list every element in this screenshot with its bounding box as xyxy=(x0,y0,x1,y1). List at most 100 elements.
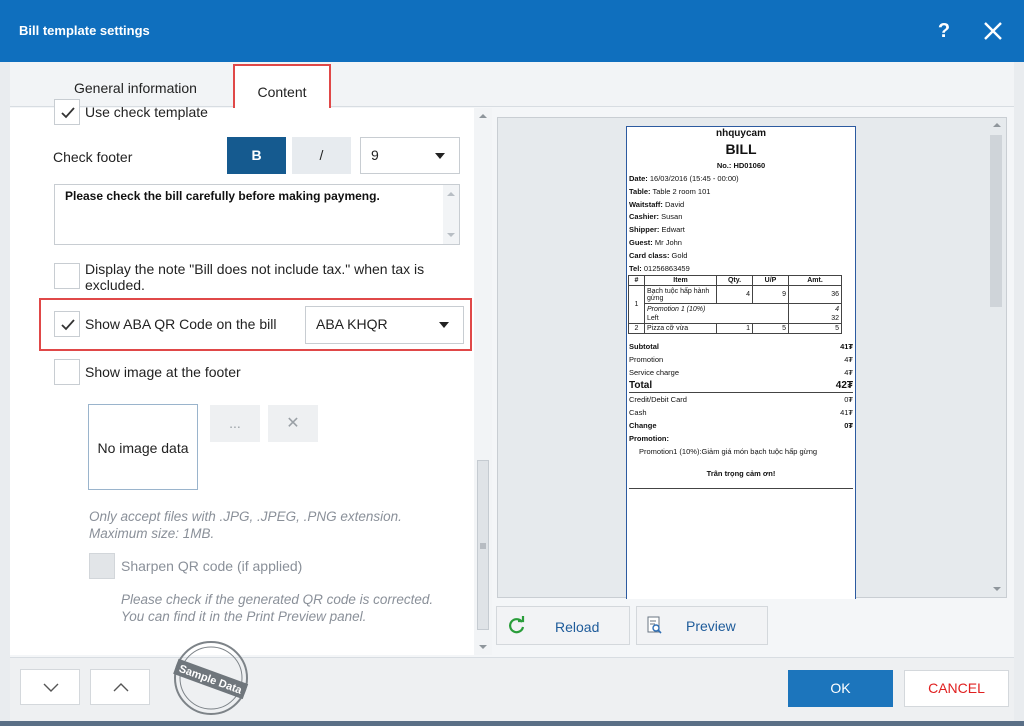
reload-button[interactable]: Reload xyxy=(496,606,630,645)
bill-paper: nhquycam BILL No.: HD01060 Date: 16/03/2… xyxy=(626,126,856,599)
change-label: Change xyxy=(629,421,657,431)
tab-general-information[interactable]: General information xyxy=(74,62,204,107)
cell: 5 xyxy=(788,323,842,335)
table-value: Table 2 room 101 xyxy=(652,186,711,196)
sharpen-qr-checkbox[interactable] xyxy=(89,553,115,579)
service-value: 4₮ xyxy=(844,368,853,378)
table-row: 2 Pizza cỡ vừa 1 5 5 xyxy=(628,323,842,335)
promotion-label: Promotion xyxy=(629,355,664,365)
cashier-value: Susan xyxy=(661,212,683,222)
cell: Left xyxy=(644,313,789,325)
move-up-button[interactable] xyxy=(90,669,150,705)
preview-label: Preview xyxy=(686,618,736,634)
chevron-up-icon xyxy=(113,683,129,692)
dialog-title: Bill template settings xyxy=(19,23,150,38)
textarea-scrollbar[interactable] xyxy=(443,185,459,244)
left-edge xyxy=(0,62,10,721)
scroll-up-icon xyxy=(479,114,487,118)
remove-image-button[interactable]: ✕ xyxy=(268,405,318,442)
tax-note-label: Display the note "Bill does not include … xyxy=(85,261,424,293)
tab-bar: General information Content xyxy=(10,62,1014,114)
cell: 1 xyxy=(628,285,645,325)
subtotal-value: 41₮ xyxy=(840,342,853,352)
guest-label: Guest: xyxy=(629,237,653,247)
service-label: Service charge xyxy=(629,368,680,378)
close-icon xyxy=(984,22,1002,40)
card-value: Gold xyxy=(671,250,688,260)
qr-hint-line2: You can find it in the Print Preview pan… xyxy=(121,609,367,624)
font-size-select[interactable]: 9 xyxy=(360,137,460,174)
promotion-value: 4₮ xyxy=(844,355,853,365)
bill-info: Date: 16/03/2016 (15:45 - 00:00) Table: … xyxy=(627,173,855,275)
table-row: Left 32 xyxy=(629,313,842,325)
cell: 4 xyxy=(716,285,753,305)
tel-label: Tel: xyxy=(629,263,642,273)
scroll-down-icon xyxy=(993,587,1001,591)
qr-hint: Please check if the generated QR code is… xyxy=(121,591,433,625)
bill-shop-name: nhquycam xyxy=(715,128,766,139)
preview-scroll-thumb[interactable] xyxy=(990,135,1002,307)
chevron-down-icon xyxy=(439,322,449,328)
cell: 36 xyxy=(788,285,842,305)
total-label: Total xyxy=(629,380,653,392)
table-row: 1 Bạch tuộc hấp hành gừng 4 9 36 xyxy=(628,285,842,325)
promo-detail: Promotion1 (10%):Giảm giá món bạch tuộc … xyxy=(639,447,818,457)
tab-content[interactable]: Content xyxy=(233,64,331,114)
browse-image-button[interactable]: ... xyxy=(210,405,260,442)
bold-button[interactable]: B xyxy=(227,137,286,174)
date-value: 16/03/2016 (15:45 - 00:00) xyxy=(649,174,739,183)
col-header: Item xyxy=(644,275,717,287)
col-header: Qty. xyxy=(716,275,753,287)
bill-title: BILL xyxy=(725,141,757,157)
cell: 32 xyxy=(788,313,842,325)
font-size-value: 9 xyxy=(371,147,379,163)
col-header: Amt. xyxy=(788,275,842,287)
settings-scrollbar[interactable] xyxy=(474,108,492,655)
guest-value: Mr John xyxy=(654,237,682,247)
cell: Bạch tuộc hấp hành gừng xyxy=(644,285,717,305)
tax-note-line2: excluded. xyxy=(85,277,145,293)
scroll-down-icon xyxy=(479,645,487,649)
sharpen-qr-label: Sharpen QR code (if applied) xyxy=(121,558,303,574)
shipper-value: Edwart xyxy=(661,225,685,235)
bill-number: No.: HD01060 xyxy=(716,161,766,170)
credit-label: Credit/Debit Card xyxy=(629,395,687,405)
card-label: Card class: xyxy=(629,250,670,260)
cell: Promotion 1 (10%) xyxy=(644,303,789,314)
show-aba-qr-label: Show ABA QR Code on the bill xyxy=(85,316,277,332)
use-check-template-checkbox[interactable] xyxy=(54,99,80,125)
table-label: Table: xyxy=(629,186,651,196)
preview-button[interactable]: Preview xyxy=(636,606,768,645)
italic-button[interactable]: / xyxy=(292,137,351,174)
tax-note-checkbox[interactable] xyxy=(54,263,80,289)
date-label: Date: xyxy=(629,174,648,183)
credit-value: 0₮ xyxy=(844,395,853,405)
aba-type-select[interactable]: ABA KHQR xyxy=(305,306,464,344)
print-preview-icon xyxy=(647,616,662,634)
show-aba-qr-checkbox[interactable] xyxy=(54,311,80,337)
table-row: Promotion 1 (10%) 4 xyxy=(629,303,842,314)
footer-text-input[interactable]: Please check the bill carefully before m… xyxy=(54,184,460,245)
cash-value: 41₮ xyxy=(840,408,853,418)
sample-data-stamp-icon: Sample Data xyxy=(173,641,249,715)
help-button[interactable]: ? xyxy=(932,16,956,46)
subtotal-label: Subtotal xyxy=(629,342,659,352)
bill-template-dialog: Bill template settings ? General informa… xyxy=(0,0,1024,721)
cell: 4 xyxy=(788,303,842,314)
cashier-label: Cashier: xyxy=(629,212,660,222)
show-image-checkbox[interactable] xyxy=(54,359,80,385)
ok-button[interactable]: OK xyxy=(788,670,893,707)
cancel-button[interactable]: CANCEL xyxy=(904,670,1009,707)
scroll-up-icon xyxy=(993,123,1001,127)
checkmark-icon xyxy=(61,319,75,331)
checkmark-icon xyxy=(61,107,75,119)
scroll-up-icon xyxy=(447,192,455,196)
move-down-button[interactable] xyxy=(20,669,80,705)
image-placeholder: No image data xyxy=(88,404,198,490)
change-value: 0₮ xyxy=(844,421,853,431)
scroll-thumb[interactable] xyxy=(477,460,489,630)
right-edge xyxy=(1014,62,1024,721)
chevron-down-icon xyxy=(435,153,445,159)
grip-icon xyxy=(480,543,486,549)
close-button[interactable] xyxy=(980,16,1006,46)
